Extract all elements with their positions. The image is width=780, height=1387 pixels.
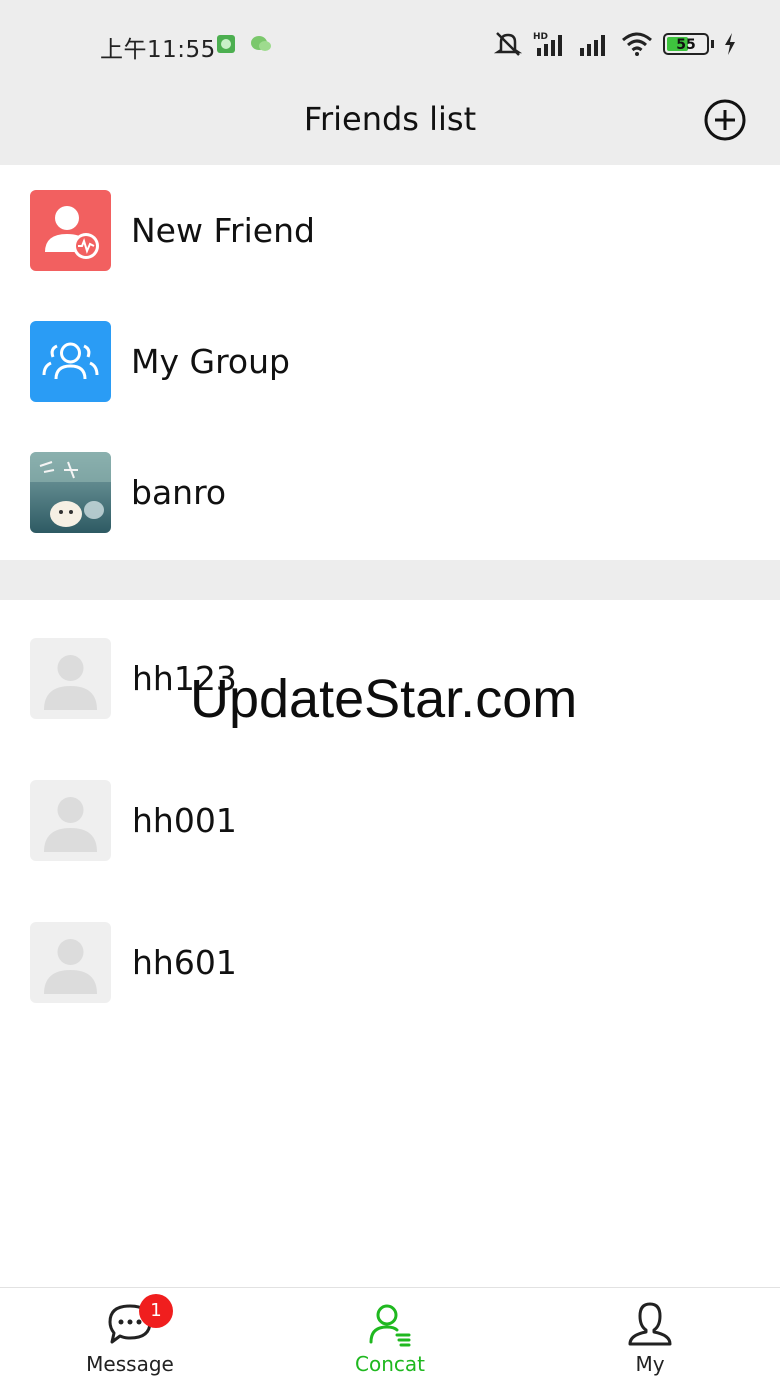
hd-signal-icon: HD: [533, 32, 562, 56]
tab-my[interactable]: My: [520, 1288, 780, 1387]
default-avatar-icon: [30, 779, 111, 861]
list-item[interactable]: hh601: [0, 891, 780, 1033]
list-item-label: hh001: [132, 800, 237, 840]
plus-circle-icon[interactable]: [703, 98, 747, 142]
svg-text:HD: HD: [533, 32, 548, 42]
status-time: 上午11:55: [100, 37, 216, 63]
list-item-label: hh601: [132, 942, 237, 982]
user-icon: [628, 1302, 672, 1346]
wifi-icon: [622, 32, 652, 56]
mute-icon: [493, 32, 523, 56]
list-item-label: banro: [131, 473, 227, 512]
tab-concat[interactable]: Concat: [260, 1288, 520, 1387]
status-bar: 上午11:55 HD 55: [0, 0, 780, 90]
tab-message[interactable]: 1 Message: [0, 1288, 260, 1387]
tab-label: My: [635, 1352, 665, 1376]
tab-label: Message: [86, 1352, 174, 1376]
app-icon: [217, 35, 235, 53]
list-item-label: hh123: [132, 658, 237, 698]
list-item-label: My Group: [131, 342, 290, 381]
profile-photo: [30, 452, 111, 533]
unread-badge: 1: [139, 1294, 173, 1328]
signal-icon: [580, 35, 605, 56]
list-item-banro[interactable]: banro: [0, 427, 780, 558]
section-divider: [0, 560, 780, 600]
contacts-icon: [369, 1304, 411, 1347]
new-friend-icon: [30, 190, 111, 271]
tab-bar: 1 Message Concat My: [0, 1287, 780, 1387]
tab-label: Concat: [355, 1352, 425, 1376]
group-icon: [30, 321, 111, 402]
list-item-my-group[interactable]: My Group: [0, 296, 780, 427]
shortcut-list: New Friend My Group banro: [0, 165, 780, 600]
default-avatar-icon: [30, 921, 111, 1003]
charging-icon: [725, 33, 735, 55]
nav-bar: Friends list: [0, 90, 780, 165]
page-title: Friends list: [303, 100, 477, 138]
default-avatar-icon: [30, 637, 111, 719]
friend-list: hh123 hh001 hh601: [0, 607, 780, 1033]
battery-icon: 55: [663, 33, 714, 55]
list-item[interactable]: hh001: [0, 749, 780, 891]
list-item-label: New Friend: [131, 211, 315, 250]
list-item-new-friend[interactable]: New Friend: [0, 165, 780, 296]
battery-level: 55: [676, 37, 696, 53]
list-item[interactable]: hh123: [0, 607, 780, 749]
wechat-icon: [251, 36, 271, 51]
